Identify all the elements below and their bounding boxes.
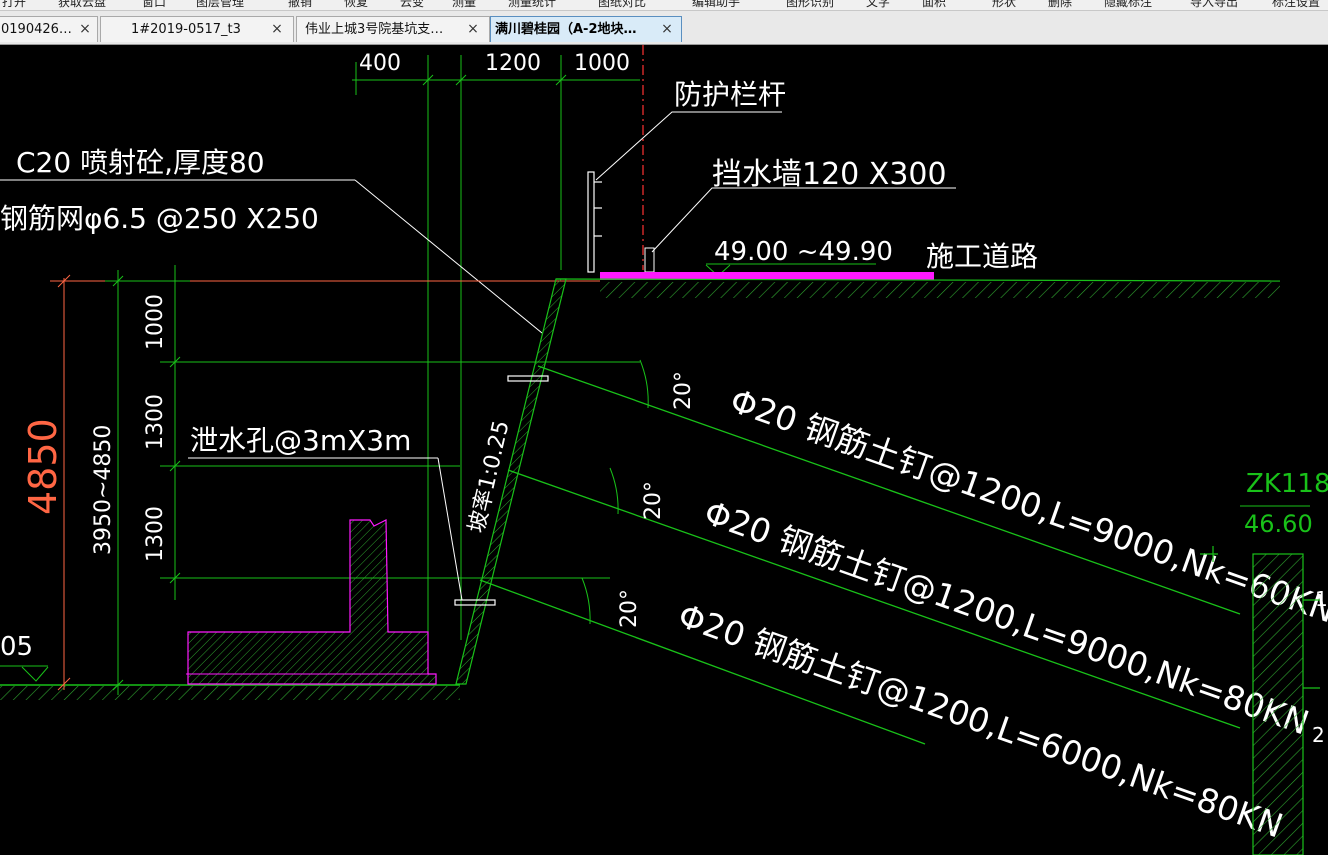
dim-top-400: 400 bbox=[359, 51, 401, 76]
drain-leader bbox=[437, 457, 463, 601]
toolbar-item-open[interactable]: 打开 bbox=[2, 0, 26, 10]
left-elev-triangle bbox=[21, 666, 49, 682]
toolbar-item-text[interactable]: 文字 bbox=[866, 0, 890, 10]
dim-left-1300-b: 1300 bbox=[143, 506, 168, 562]
toolbar-item-area[interactable]: 面积 bbox=[922, 0, 946, 10]
close-icon[interactable]: × bbox=[659, 17, 675, 42]
toolbar-item-mark-settings[interactable]: 标注设置 bbox=[1272, 0, 1320, 10]
angle-label-2: 20° bbox=[641, 481, 666, 520]
document-tab-bar: 0190426… × 1#2019-0517_t3 × 伟业上城3号院基坑支… … bbox=[0, 11, 1328, 45]
label-guardrail: 防护栏杆 bbox=[674, 78, 786, 111]
toolbar-item-measure-stats[interactable]: 测量统计 bbox=[508, 0, 556, 10]
toolbar-item-assistant[interactable]: 编辑助手 bbox=[692, 0, 740, 10]
ground-hatch-bottom bbox=[0, 686, 460, 700]
tab-document-1[interactable]: 0190426… × bbox=[0, 16, 98, 42]
tab-label: 满川碧桂园（A-2地块… bbox=[495, 22, 637, 37]
label-elevation: 49.00 ~49.90 bbox=[714, 237, 893, 267]
tab-label: 1#2019-0517_t3 bbox=[131, 22, 241, 37]
angle-label-1: 20° bbox=[671, 371, 696, 410]
toolbar-item-compare[interactable]: 图纸对比 bbox=[598, 0, 646, 10]
nail-label-1: Φ20 钢筋土钉@1200,L=9000,Nk=60KN bbox=[725, 381, 1328, 631]
borehole-elevation: 46.60 bbox=[1244, 510, 1313, 538]
toolbar-item-shape[interactable]: 形状 bbox=[992, 0, 1016, 10]
shotcrete-leader bbox=[354, 179, 543, 334]
toolbar-item-import-export[interactable]: 导入导出 bbox=[1190, 0, 1238, 10]
nail-label-2: Φ20 钢筋土钉@1200,L=9000,Nk=80KN bbox=[699, 493, 1314, 743]
tab-document-2[interactable]: 1#2019-0517_t3 × bbox=[100, 16, 294, 42]
tab-label: 0190426… bbox=[1, 22, 72, 37]
dim-total-height: 4850 bbox=[21, 418, 65, 515]
toolbar-item-layers[interactable]: 图层管理 bbox=[196, 0, 244, 10]
tab-document-3[interactable]: 伟业上城3号院基坑支… × bbox=[296, 16, 490, 42]
close-icon[interactable]: × bbox=[465, 17, 481, 42]
label-shotcrete: C20 喷射砼,厚度80 bbox=[16, 146, 265, 179]
toolbar-item-hide-marks[interactable]: 隐藏标注 bbox=[1104, 0, 1152, 10]
angle-label-3: 20° bbox=[617, 589, 642, 628]
foundation-structure bbox=[186, 519, 437, 685]
dim-left-1300-a: 1300 bbox=[143, 394, 168, 450]
borehole-id: ZK118 bbox=[1246, 469, 1328, 499]
toolbar-item-redo[interactable]: 恢复 bbox=[344, 0, 368, 10]
label-drain-hole: 泄水孔@3mX3m bbox=[190, 424, 411, 457]
toolbar-item-undo[interactable]: 撤销 bbox=[288, 0, 312, 10]
layer-label-2: 2 bbox=[1312, 723, 1325, 747]
angle-arcs bbox=[581, 359, 649, 625]
nail-label-3: Φ20 钢筋土钉@1200,L=6000,Nk=80KN bbox=[673, 596, 1288, 846]
toolbar-item-recognize[interactable]: 图形识别 bbox=[786, 0, 834, 10]
label-road: 施工道路 bbox=[926, 240, 1038, 273]
toolbar: 打开 获取云盘 窗口 图层管理 撤销 恢复 云变 测量 测量统计 图纸对比 编辑… bbox=[0, 0, 1328, 11]
ground-hatch-top bbox=[600, 282, 1280, 298]
tab-document-active[interactable]: 满川碧桂园（A-2地块… × bbox=[490, 16, 682, 42]
dim-left-1000: 1000 bbox=[143, 294, 168, 350]
toolbar-item-cloud[interactable]: 获取云盘 bbox=[58, 0, 106, 10]
dim-top-1000: 1000 bbox=[574, 51, 630, 76]
guardrail bbox=[587, 171, 602, 273]
toolbar-item-measure[interactable]: 测量 bbox=[452, 0, 476, 10]
close-icon[interactable]: × bbox=[269, 17, 285, 42]
label-left-partial: 05 bbox=[0, 632, 33, 662]
tab-label: 伟业上城3号院基坑支… bbox=[305, 22, 444, 37]
cad-canvas[interactable]: 400 1200 1000 防护栏杆 挡水墙120 X300 C20 喷射砼,厚… bbox=[0, 45, 1328, 855]
dim-height-range: 3950~4850 bbox=[91, 425, 116, 555]
layer-label-1: 1 bbox=[1315, 587, 1328, 611]
label-mesh: 钢筋网φ6.5 @250 X250 bbox=[0, 202, 319, 235]
toolbar-item-cloud-change[interactable]: 云变 bbox=[400, 0, 424, 10]
close-icon[interactable]: × bbox=[77, 17, 93, 42]
slope-face bbox=[455, 278, 567, 685]
toolbar-item-delete[interactable]: 删除 bbox=[1048, 0, 1072, 10]
toolbar-item-window[interactable]: 窗口 bbox=[142, 0, 166, 10]
dim-top-1200: 1200 bbox=[485, 51, 541, 76]
label-waterwall: 挡水墙120 X300 bbox=[712, 157, 947, 192]
